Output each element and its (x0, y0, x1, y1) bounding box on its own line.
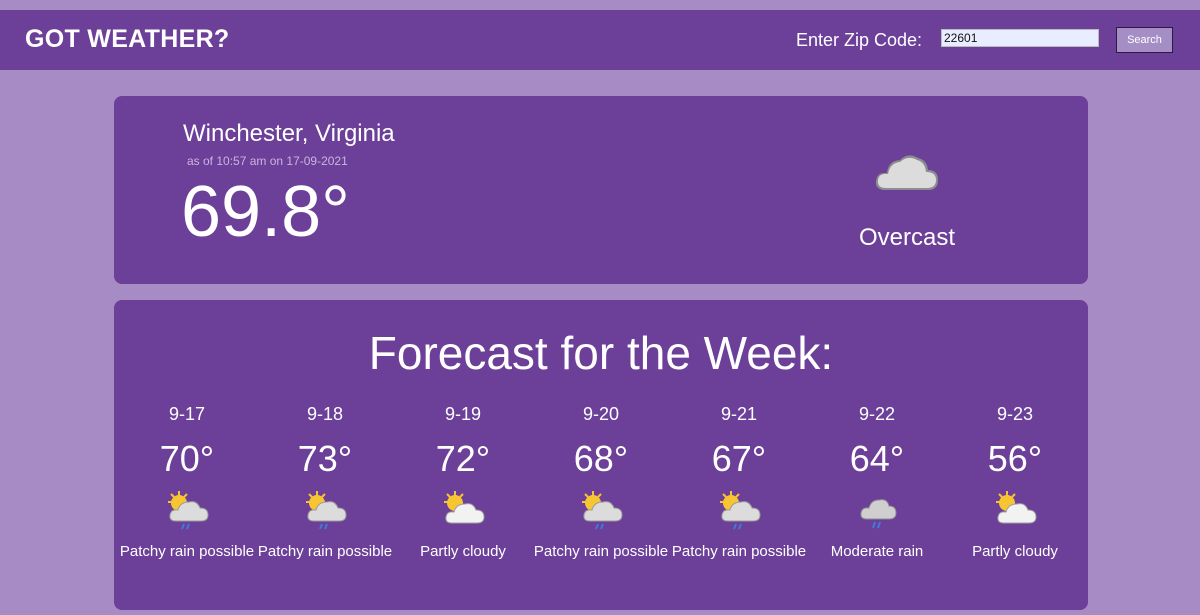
patchy-rain-icon (306, 491, 347, 530)
patchy-rain-icon (168, 491, 209, 530)
moderate-rain-icon (860, 499, 897, 529)
patchy-rain-icon (720, 491, 761, 530)
forecast-condition: Patchy rain possible (671, 543, 807, 560)
last-updated: as of 10:57 am on 17-09-2021 (187, 154, 348, 168)
partly-cloudy-icon (444, 491, 485, 524)
forecast-condition: Partly cloudy (420, 543, 506, 560)
forecast-title: Forecast for the Week: (368, 327, 834, 379)
forecast-condition: Patchy rain possible (257, 543, 393, 560)
zip-code-input[interactable] (941, 29, 1099, 47)
forecast-day: 9-20 68° Patchy rain possible (532, 404, 670, 561)
forecast-condition: Patchy rain possible (533, 543, 669, 560)
forecast-temperature: 64° (849, 438, 905, 479)
forecast-date: 9-17 (168, 404, 206, 424)
forecast-condition: Partly cloudy (972, 543, 1058, 560)
forecast-temperature: 67° (711, 438, 767, 479)
current-temperature: 69.8° (181, 172, 350, 252)
top-strip (0, 0, 1200, 10)
forecast-date: 9-23 (996, 404, 1034, 424)
brand-title: GOT WEATHER? (25, 25, 230, 53)
forecast-date: 9-19 (444, 404, 482, 424)
search-button[interactable]: Search (1116, 27, 1173, 53)
forecast-card: Forecast for the Week: 9-17 70° Patchy r… (114, 300, 1088, 610)
forecast-day: 9-17 70° Patchy rain possible (118, 404, 256, 561)
patchy-rain-icon (582, 491, 623, 530)
partly-cloudy-icon (996, 491, 1037, 524)
forecast-temperature: 56° (987, 438, 1043, 479)
forecast-temperature: 70° (159, 438, 215, 479)
forecast-temperature: 72° (435, 438, 491, 479)
navbar: GOT WEATHER? Enter Zip Code: Search (0, 10, 1200, 70)
forecast-day: 9-21 67° Patchy rain possible (670, 404, 808, 561)
forecast-date: 9-22 (858, 404, 896, 424)
forecast-condition: Patchy rain possible (119, 543, 255, 560)
forecast-day: 9-22 64° Moderate rain (808, 404, 946, 561)
location-name: Winchester, Virginia (183, 120, 395, 147)
forecast-temperature: 68° (573, 438, 629, 479)
forecast-date: 9-20 (582, 404, 620, 424)
zip-code-label: Enter Zip Code: (796, 30, 923, 50)
forecast-date: 9-21 (720, 404, 758, 424)
current-condition: Overcast (858, 224, 956, 251)
cloud-icon (875, 155, 938, 190)
forecast-condition: Moderate rain (830, 543, 924, 560)
forecast-temperature: 73° (297, 438, 353, 479)
forecast-day: 9-18 73° Patchy rain possible (256, 404, 394, 561)
forecast-day: 9-23 56° Partly cloudy (946, 404, 1084, 561)
current-weather-card: Winchester, Virginia as of 10:57 am on 1… (114, 96, 1088, 284)
forecast-day: 9-19 72° Partly cloudy (394, 404, 532, 561)
forecast-date: 9-18 (306, 404, 344, 424)
